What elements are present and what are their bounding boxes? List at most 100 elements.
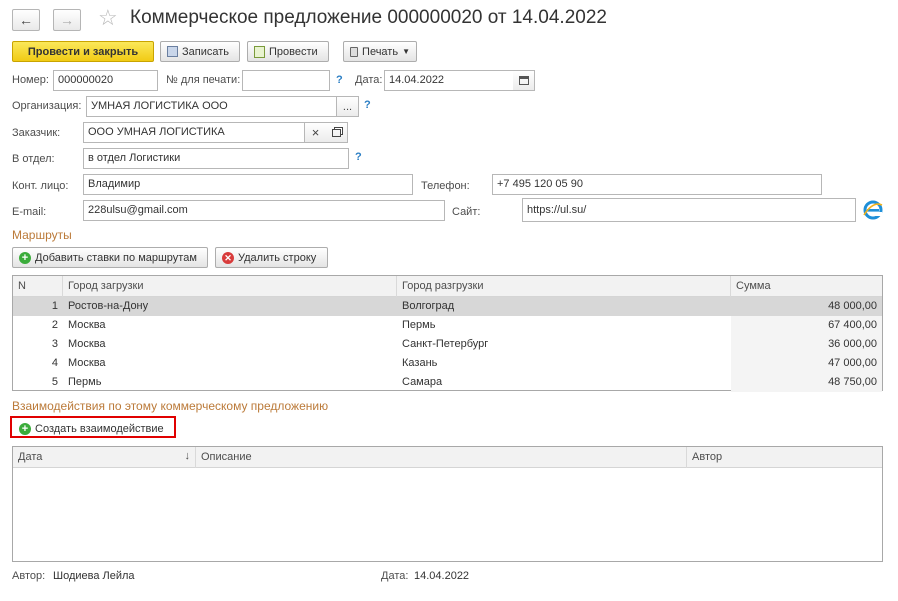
cell-to-city[interactable]: Пермь [397, 316, 731, 335]
column-header-date-label: Дата [18, 451, 43, 463]
print-number-field[interactable] [242, 70, 330, 91]
table-row[interactable]: 1 Ростов-на-Дону Волгоград 48 000,00 [13, 297, 882, 316]
delete-circle-icon: ✕ [222, 251, 234, 264]
customer-field[interactable]: ООО УМНАЯ ЛОГИСТИКА [83, 122, 305, 143]
floppy-disk-icon [167, 46, 178, 57]
email-label: E-mail: [12, 206, 47, 218]
cell-from-city[interactable]: Ростов-на-Дону [63, 297, 397, 316]
contact-label: Конт. лицо: [12, 180, 69, 192]
table-row[interactable]: 4 Москва Казань 47 000,00 [13, 354, 882, 373]
delete-row-button[interactable]: ✕ Удалить строку [215, 247, 328, 268]
organization-select-button[interactable]: ... [337, 96, 359, 117]
column-header-author[interactable]: Автор [687, 447, 882, 468]
cell-n[interactable]: 4 [13, 354, 63, 373]
column-header-to[interactable]: Город разгрузки [397, 276, 731, 297]
department-field[interactable]: в отдел Логистики [83, 148, 349, 169]
create-interaction-button[interactable]: + Создать взаимодействие [13, 418, 173, 439]
site-field[interactable]: https://ul.su/ [522, 198, 856, 222]
table-row[interactable]: 3 Москва Санкт-Петербург 36 000,00 [13, 335, 882, 354]
organization-label: Организация: [12, 100, 82, 112]
cell-sum[interactable]: 36 000,00 [731, 335, 882, 354]
save-button[interactable]: Записать [160, 41, 240, 62]
cell-to-city[interactable]: Казань [397, 354, 731, 373]
table-row[interactable]: 5 Пермь Самара 48 750,00 [13, 373, 882, 392]
post-label: Провести [269, 45, 318, 58]
date-label: Дата: [355, 74, 383, 86]
print-number-label: № для печати: [166, 74, 241, 86]
phone-label: Телефон: [421, 180, 470, 192]
open-window-icon [332, 128, 341, 137]
cell-sum[interactable]: 47 000,00 [731, 354, 882, 373]
add-circle-icon: + [19, 422, 31, 435]
cell-n[interactable]: 2 [13, 316, 63, 335]
interactions-table[interactable]: Дата ↓ Описание Автор [12, 446, 883, 562]
column-header-from[interactable]: Город загрузки [63, 276, 397, 297]
footer-date-value: 14.04.2022 [414, 570, 470, 582]
cell-sum[interactable]: 48 000,00 [731, 297, 882, 316]
customer-clear-button[interactable]: × [305, 122, 327, 143]
email-field[interactable]: 228ulsu@gmail.com [83, 200, 445, 221]
cell-to-city[interactable]: Самара [397, 373, 731, 392]
footer-author-label: Автор: [12, 570, 46, 582]
organization-field[interactable]: УМНАЯ ЛОГИСТИКА ООО [86, 96, 337, 117]
cell-from-city[interactable]: Пермь [63, 373, 397, 392]
customer-label: Заказчик: [12, 127, 61, 139]
back-button[interactable]: ← [12, 9, 40, 31]
add-rates-label: Добавить ставки по маршрутам [35, 251, 197, 264]
ellipsis-icon: ... [342, 100, 353, 113]
cell-n[interactable]: 1 [13, 297, 63, 316]
arrow-right-icon: → [60, 12, 74, 28]
column-header-description[interactable]: Описание [196, 447, 687, 468]
cell-to-city[interactable]: Санкт-Петербург [397, 335, 731, 354]
cell-to-city[interactable]: Волгоград [397, 297, 731, 316]
help-icon[interactable]: ? [336, 74, 343, 86]
forward-button[interactable]: → [53, 9, 81, 31]
add-circle-icon: + [19, 251, 31, 264]
phone-field[interactable]: +7 495 120 05 90 [492, 174, 822, 195]
page-title: Коммерческое предложение 000000020 от 14… [130, 7, 607, 28]
post-button[interactable]: Провести [247, 41, 329, 62]
customer-open-button[interactable] [326, 122, 348, 143]
department-label: В отдел: [12, 153, 55, 165]
table-row[interactable]: 2 Москва Пермь 67 400,00 [13, 316, 882, 335]
calendar-button[interactable] [513, 70, 535, 91]
column-header-date[interactable]: Дата ↓ [13, 447, 196, 468]
interactions-section-title: Взаимодействия по этому коммерческому пр… [12, 399, 329, 413]
cell-from-city[interactable]: Москва [63, 354, 397, 373]
post-document-icon [254, 45, 265, 58]
chevron-down-icon: ▼ [402, 47, 410, 56]
help-icon[interactable]: ? [364, 99, 371, 111]
cell-sum[interactable]: 67 400,00 [731, 316, 882, 335]
routes-section-title: Маршруты [12, 228, 72, 242]
cell-from-city[interactable]: Москва [63, 316, 397, 335]
sort-down-icon: ↓ [184, 450, 191, 462]
favorite-star-icon[interactable]: ☆ [98, 5, 118, 31]
cell-n[interactable]: 3 [13, 335, 63, 354]
routes-table[interactable]: N Город загрузки Город разгрузки Сумма 1… [12, 275, 883, 392]
clear-icon: × [311, 125, 320, 140]
site-label: Сайт: [452, 206, 481, 218]
create-interaction-label: Создать взаимодействие [35, 422, 164, 435]
contact-field[interactable]: Владимир [83, 174, 413, 195]
footer-date-label: Дата: [381, 570, 409, 582]
post-and-close-label: Провести и закрыть [27, 45, 139, 58]
post-and-close-button[interactable]: Провести и закрыть [12, 41, 154, 62]
help-icon[interactable]: ? [355, 151, 362, 163]
date-field[interactable]: 14.04.2022 [384, 70, 514, 91]
cell-n[interactable]: 5 [13, 373, 63, 392]
add-rates-button[interactable]: + Добавить ставки по маршрутам [12, 247, 208, 268]
column-header-n[interactable]: N [13, 276, 63, 297]
arrow-left-icon: ← [19, 12, 33, 28]
printer-icon [350, 46, 359, 57]
browser-open-icon[interactable] [862, 199, 884, 221]
interactions-table-header: Дата ↓ Описание Автор [13, 447, 882, 468]
cell-from-city[interactable]: Москва [63, 335, 397, 354]
print-label: Печать [362, 45, 399, 58]
print-button[interactable]: Печать ▼ [343, 41, 417, 62]
number-label: Номер: [12, 74, 49, 86]
footer-author-value: Шодиева Лейла [53, 570, 135, 582]
number-field[interactable]: 000000020 [53, 70, 158, 91]
delete-row-label: Удалить строку [238, 251, 317, 264]
cell-sum[interactable]: 48 750,00 [731, 373, 882, 392]
column-header-sum[interactable]: Сумма [731, 276, 882, 297]
